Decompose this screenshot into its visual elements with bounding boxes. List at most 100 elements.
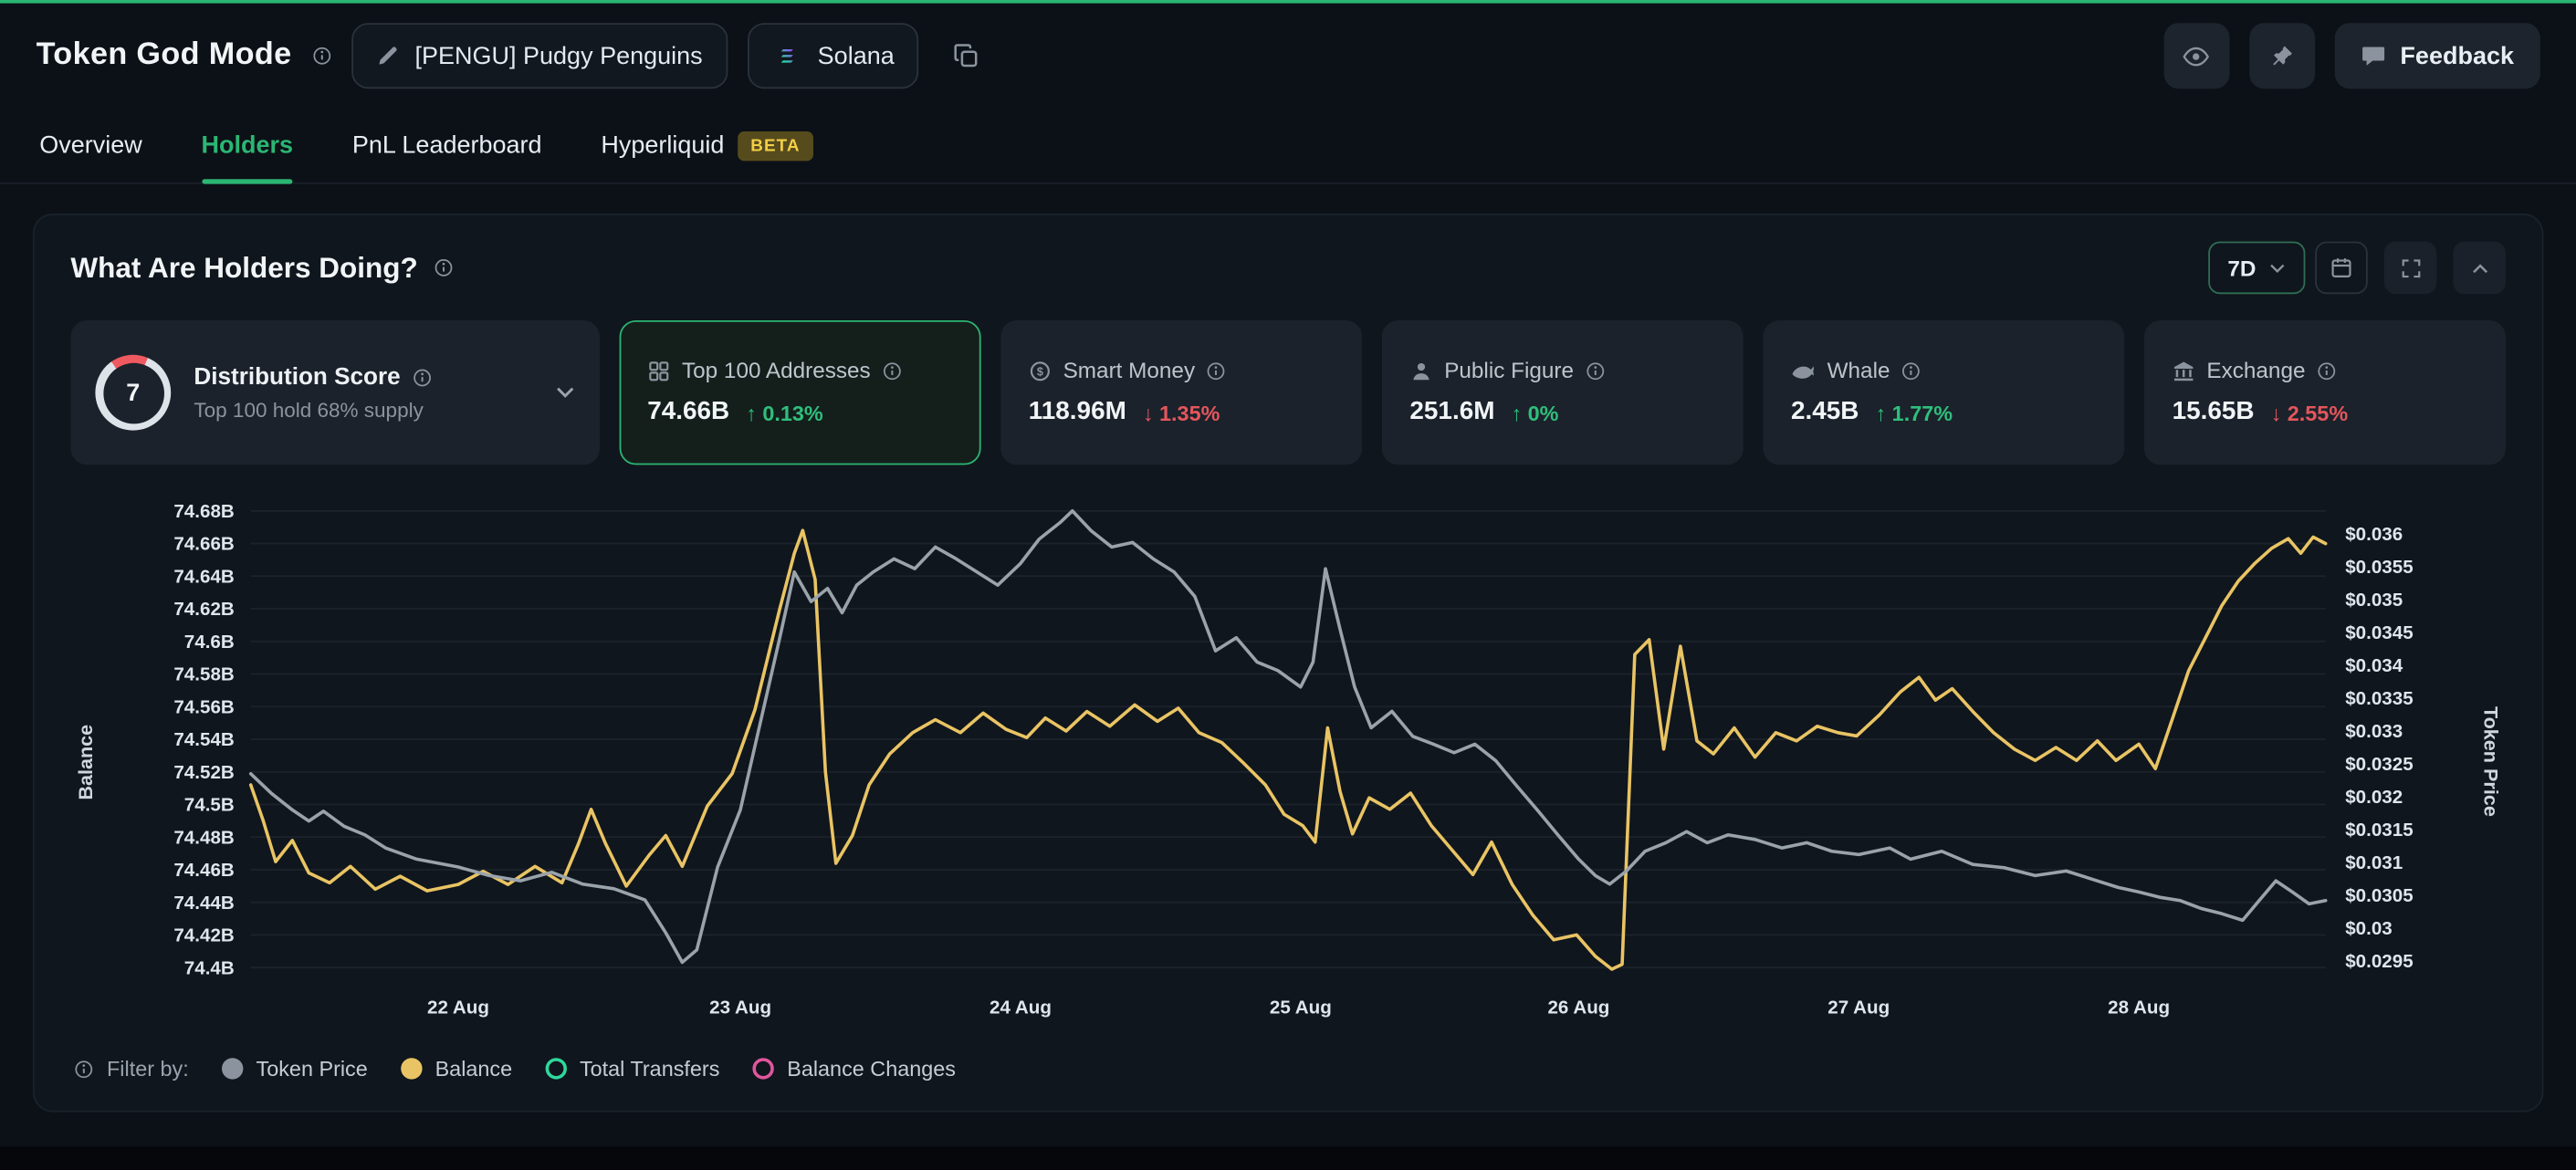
svg-text:22 Aug: 22 Aug (427, 998, 489, 1019)
svg-text:74.62B: 74.62B (173, 599, 234, 620)
public-figure-icon (1409, 359, 1432, 381)
tab-label: Holders (202, 131, 294, 160)
info-icon[interactable] (74, 1059, 94, 1079)
svg-text:74.56B: 74.56B (173, 696, 234, 717)
info-icon[interactable] (1207, 360, 1227, 381)
card-change: ↑ 0.13% (746, 400, 823, 424)
legend-item-balance-changes[interactable]: Balance Changes (752, 1056, 956, 1081)
page-title: Token God Mode (37, 37, 292, 74)
chain-selector[interactable]: Solana (747, 23, 918, 89)
svg-text:74.64B: 74.64B (173, 566, 234, 587)
info-icon[interactable] (435, 258, 455, 278)
tab-label: Overview (39, 131, 142, 160)
metric-card-public-figure[interactable]: Public Figure251.6M↑ 0% (1382, 320, 1744, 465)
pin-icon (2270, 45, 2293, 68)
eye-icon (2183, 46, 2211, 67)
svg-text:26 Aug: 26 Aug (1547, 998, 1609, 1019)
series-token-price (251, 511, 2326, 963)
calendar-icon (2330, 256, 2352, 279)
svg-text:$0.0315: $0.0315 (2345, 820, 2413, 841)
panel-controls: 7D (2208, 242, 2506, 295)
feedback-button[interactable]: Feedback (2334, 23, 2539, 89)
info-icon[interactable] (882, 360, 902, 381)
smart-money-icon: $ (1029, 359, 1052, 381)
metric-cards-row: 7 Distribution Score Top 100 hold 68% su… (70, 320, 2506, 465)
pin-button[interactable] (2249, 23, 2315, 89)
card-label: Top 100 Addresses (682, 358, 871, 382)
legend-item-total-transfers[interactable]: Total Transfers (545, 1056, 719, 1081)
svg-text:27 Aug: 27 Aug (1827, 998, 1890, 1019)
svg-text:24 Aug: 24 Aug (990, 998, 1052, 1019)
distribution-score-value: 7 (126, 379, 140, 407)
tab-pnl-leaderboard[interactable]: PnL Leaderboard (352, 109, 542, 183)
copy-icon (954, 43, 980, 69)
left-axis-title: Balance (70, 485, 99, 1039)
svg-text:74.5B: 74.5B (184, 795, 235, 816)
chevron-down-icon[interactable] (555, 386, 575, 399)
token-selector[interactable]: [PENGU] Pudgy Penguins (351, 23, 727, 89)
copy-button[interactable] (938, 23, 994, 89)
svg-text:74.66B: 74.66B (173, 534, 234, 555)
svg-text:74.6B: 74.6B (184, 632, 235, 653)
series-balance (251, 530, 2326, 969)
page: Token God Mode [PENGU] Pudgy Penguins So… (0, 0, 2576, 1170)
solana-icon (771, 41, 801, 70)
card-label: Exchange (2206, 358, 2305, 382)
svg-text:74.42B: 74.42B (173, 925, 234, 946)
tab-hyperliquid[interactable]: Hyperliquid BETA (601, 109, 813, 183)
watch-button[interactable] (2163, 23, 2229, 89)
legend-item-token-price[interactable]: Token Price (222, 1056, 368, 1081)
info-icon[interactable] (1586, 360, 1606, 381)
legend-dot (401, 1058, 422, 1079)
top-bar: Token God Mode [PENGU] Pudgy Penguins So… (0, 4, 2576, 109)
tab-overview[interactable]: Overview (39, 109, 142, 183)
svg-text:25 Aug: 25 Aug (1270, 998, 1332, 1019)
metric-card-top-100-addresses[interactable]: Top 100 Addresses74.66B↑ 0.13% (620, 320, 981, 465)
fullscreen-button[interactable] (2384, 242, 2437, 295)
metric-card-exchange[interactable]: Exchange15.65B↓ 2.55% (2144, 320, 2506, 465)
svg-text:$0.036: $0.036 (2345, 524, 2403, 545)
svg-text:$0.035: $0.035 (2345, 590, 2403, 611)
tab-holders[interactable]: Holders (202, 109, 294, 183)
content-area: What Are Holders Doing? 7D (0, 184, 2576, 1147)
info-icon[interactable] (2317, 360, 2337, 381)
metric-card-whale[interactable]: Whale2.45B↑ 1.77% (1763, 320, 2124, 465)
svg-text:$0.0295: $0.0295 (2345, 951, 2413, 972)
card-value: 118.96M (1029, 398, 1126, 427)
tab-label: Hyperliquid (601, 131, 724, 160)
svg-text:$0.033: $0.033 (2345, 721, 2403, 742)
svg-text:74.48B: 74.48B (173, 827, 234, 848)
metric-card-smart-money[interactable]: $Smart Money118.96M↓ 1.35% (1000, 320, 1362, 465)
distribution-score-card[interactable]: 7 Distribution Score Top 100 hold 68% su… (70, 320, 600, 465)
info-icon[interactable] (412, 367, 432, 387)
svg-text:74.58B: 74.58B (173, 664, 234, 685)
chart-area: Balance 74.68B74.66B74.64B74.62B74.6B74.… (70, 485, 2506, 1039)
svg-text:$0.031: $0.031 (2345, 852, 2403, 873)
beta-badge: BETA (738, 131, 813, 160)
card-change: ↑ 0% (1511, 400, 1558, 424)
legend-item-balance[interactable]: Balance (401, 1056, 512, 1081)
info-icon[interactable] (1901, 360, 1922, 381)
svg-text:74.68B: 74.68B (173, 501, 234, 522)
legend-dot (752, 1058, 773, 1079)
svg-text:$0.032: $0.032 (2345, 787, 2403, 808)
svg-text:$0.0335: $0.0335 (2345, 688, 2413, 709)
timeframe-dropdown[interactable]: 7D (2208, 242, 2306, 295)
card-value: 2.45B (1791, 398, 1859, 427)
card-label: Smart Money (1063, 358, 1196, 382)
chart-legend: Filter by: Token PriceBalanceTotal Trans… (70, 1050, 2506, 1091)
svg-text:$: $ (1037, 365, 1043, 378)
calendar-button[interactable] (2315, 242, 2368, 295)
card-value: 15.65B (2173, 398, 2255, 427)
bottom-gap (0, 1146, 2576, 1169)
info-icon[interactable] (311, 46, 331, 66)
legend-label: Token Price (257, 1056, 368, 1081)
card-change: ↑ 1.77% (1875, 400, 1953, 424)
collapse-button[interactable] (2453, 242, 2506, 295)
legend-label: Balance Changes (787, 1056, 956, 1081)
pencil-icon (375, 45, 398, 68)
chain-selector-label: Solana (818, 42, 895, 70)
holders-balance-price-chart[interactable]: 74.68B 74.66B 74.64B 74.62B 74.6B 74.58B 74.56… (100, 485, 2477, 1039)
panel-title: What Are Holders Doing? (70, 251, 417, 286)
svg-text:74.46B: 74.46B (173, 860, 234, 881)
